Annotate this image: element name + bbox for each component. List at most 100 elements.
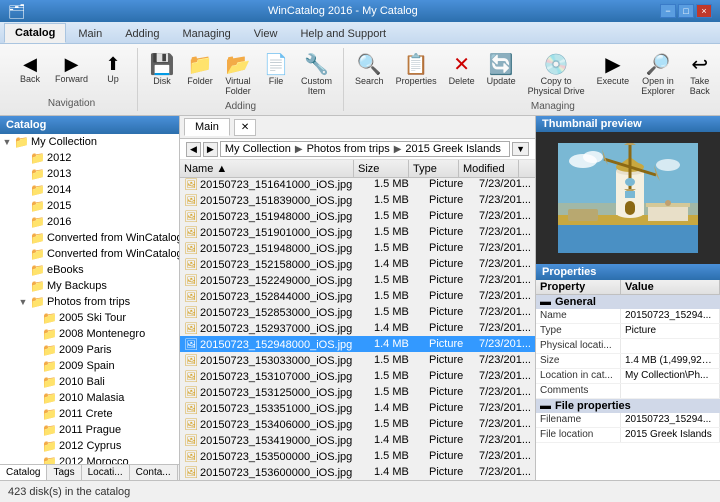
properties-button[interactable]: 📋 Properties	[391, 52, 442, 89]
file-name-cell: 🖼20150723_153419000_iOS.jpg	[180, 434, 370, 447]
tab-help[interactable]: Help and Support	[289, 24, 397, 43]
disk-button[interactable]: 💾 Disk	[144, 52, 180, 89]
sidebar-tab-tags[interactable]: Tags	[47, 465, 81, 480]
tree-item-converted-2009[interactable]: 📁 Converted from WinCatalog 2009 Coll	[0, 246, 179, 262]
col-header-name[interactable]: Name ▲	[180, 160, 354, 177]
tree-item-prague[interactable]: 📁 2011 Prague	[0, 422, 179, 438]
tree-item-converted-light[interactable]: 📁 Converted from WinCatalog Light Col	[0, 230, 179, 246]
file-row[interactable]: 🖼20150723_152948000_iOS.jpg1.4 MBPicture…	[180, 336, 535, 352]
file-name-cell: 🖼20150723_152937000_iOS.jpg	[180, 322, 370, 335]
file-icon: 🖼	[184, 275, 198, 287]
tree-item-photos[interactable]: ▼ 📁 Photos from trips	[0, 294, 179, 310]
file-modified-cell: 7/23/201...	[475, 466, 535, 478]
tab-adding[interactable]: Adding	[114, 24, 170, 43]
file-row[interactable]: 🖼20150723_153033000_iOS.jpg1.5 MBPicture…	[180, 352, 535, 368]
content-tab-main[interactable]: Main	[184, 118, 230, 136]
properties-scroll[interactable]: ▬GeneralName20150723_15294...TypePicture…	[536, 295, 720, 480]
file-icon: 🖼	[184, 387, 198, 399]
search-button[interactable]: 🔍 Search	[350, 52, 389, 89]
file-row[interactable]: 🖼20150723_152249000_iOS.jpg1.5 MBPicture…	[180, 272, 535, 288]
file-row[interactable]: 🖼20150723_152937000_iOS.jpg1.4 MBPicture…	[180, 320, 535, 336]
forward-button[interactable]: ▶ Forward	[50, 52, 93, 87]
tree-item-2013[interactable]: 📁 2013	[0, 166, 179, 182]
sidebar-tab-locations[interactable]: Locati...	[82, 465, 130, 480]
tree-item-crete[interactable]: 📁 2011 Crete	[0, 406, 179, 422]
file-row[interactable]: 🖼20150723_151641000_iOS.jpg1.5 MBPicture…	[180, 178, 535, 192]
ribbon-group-managing: 🔍 Search 📋 Properties ✕ Delete 🔄 Update …	[344, 48, 720, 111]
file-row[interactable]: 🖼20150723_153600000_iOS.jpg1.4 MBPicture…	[180, 464, 535, 480]
open-explorer-button[interactable]: 🔎 Open inExplorer	[636, 52, 680, 99]
take-back-button[interactable]: ↩ TakeBack	[682, 52, 718, 99]
custom-item-button[interactable]: 🔧 CustomItem	[296, 52, 337, 99]
file-row[interactable]: 🖼20150723_151901000_iOS.jpg1.5 MBPicture…	[180, 224, 535, 240]
virtual-folder-button[interactable]: 📂 VirtualFolder	[220, 52, 256, 99]
file-list-scroll[interactable]: 🖼20150723_151624000_iOS.jpg1.4 MBPicture…	[180, 178, 535, 480]
tab-main[interactable]: Main	[67, 24, 113, 43]
nav-forward-btn[interactable]: ▶	[203, 142, 218, 157]
close-button[interactable]: ×	[696, 4, 712, 18]
tree-item-paris[interactable]: 📁 2009 Paris	[0, 342, 179, 358]
file-type-cell: Picture	[425, 210, 475, 222]
file-row[interactable]: 🖼20150723_153500000_iOS.jpg1.5 MBPicture…	[180, 448, 535, 464]
delete-button[interactable]: ✕ Delete	[444, 52, 480, 89]
col-header-type[interactable]: Type	[409, 160, 459, 177]
file-row[interactable]: 🖼20150723_152853000_iOS.jpg1.5 MBPicture…	[180, 304, 535, 320]
tab-managing[interactable]: Managing	[171, 24, 241, 43]
tree-item-2012[interactable]: 📁 2012	[0, 150, 179, 166]
breadcrumb-my-collection: My Collection	[225, 143, 291, 155]
tree-item-cyprus[interactable]: 📁 2012 Cyprus	[0, 438, 179, 454]
file-row[interactable]: 🖼20150723_153351000_iOS.jpg1.4 MBPicture…	[180, 400, 535, 416]
file-row[interactable]: 🖼20150723_152844000_iOS.jpg1.5 MBPicture…	[180, 288, 535, 304]
file-row[interactable]: 🖼20150723_153125000_iOS.jpg1.5 MBPicture…	[180, 384, 535, 400]
execute-icon: ▶	[605, 55, 620, 75]
breadcrumb-path[interactable]: My Collection ▶ Photos from trips ▶ 2015…	[220, 141, 510, 157]
col-header-modified[interactable]: Modified	[459, 160, 519, 177]
thumbnail-image-area	[536, 132, 720, 264]
breadcrumb-dropdown-btn[interactable]: ▼	[512, 142, 529, 156]
update-button[interactable]: 🔄 Update	[482, 52, 521, 89]
minimize-button[interactable]: −	[660, 4, 676, 18]
file-row[interactable]: 🖼20150723_153419000_iOS.jpg1.4 MBPicture…	[180, 432, 535, 448]
col-header-size[interactable]: Size	[354, 160, 409, 177]
sidebar-tabs: Catalog Tags Locati... Conta...	[0, 464, 179, 480]
back-button[interactable]: ◀ Back	[12, 52, 48, 87]
file-row[interactable]: 🖼20150723_151948000_iOS.jpg1.5 MBPicture…	[180, 208, 535, 224]
file-row[interactable]: 🖼20150723_153107000_iOS.jpg1.5 MBPicture…	[180, 368, 535, 384]
breadcrumb-photos: Photos from trips	[307, 143, 390, 155]
tab-catalog[interactable]: Catalog	[4, 23, 66, 43]
file-button[interactable]: 📄 File	[258, 52, 294, 89]
copy-physical-button[interactable]: 💿 Copy toPhysical Drive	[523, 52, 590, 99]
file-name-cell: 🖼20150723_151641000_iOS.jpg	[180, 178, 370, 191]
file-row[interactable]: 🖼20150723_151948000_iOS.jpg1.5 MBPicture…	[180, 240, 535, 256]
folder-button[interactable]: 📁 Folder	[182, 52, 218, 89]
tree-item-my-collection[interactable]: ▼ 📁 My Collection	[0, 134, 179, 150]
up-button[interactable]: ⬆ Up	[95, 52, 131, 87]
file-row[interactable]: 🖼20150723_152158000_iOS.jpg1.4 MBPicture…	[180, 256, 535, 272]
sidebar-tab-contacts[interactable]: Conta...	[130, 465, 178, 480]
tree-item-morocco[interactable]: 📁 2012 Morocco	[0, 454, 179, 464]
file-row[interactable]: 🖼20150723_153406000_iOS.jpg1.5 MBPicture…	[180, 416, 535, 432]
file-icon: 🖼	[184, 339, 198, 351]
tree-item-2014[interactable]: 📁 2014	[0, 182, 179, 198]
file-size-cell: 1.4 MB	[370, 466, 425, 478]
file-icon: 🖼	[184, 259, 198, 271]
tab-view[interactable]: View	[243, 24, 289, 43]
nav-back-btn[interactable]: ◀	[186, 142, 201, 157]
tree-item-montenegro[interactable]: 📁 2008 Montenegro	[0, 326, 179, 342]
tree-item-malasia[interactable]: 📁 2010 Malasia	[0, 390, 179, 406]
tree-item-2015[interactable]: 📁 2015	[0, 198, 179, 214]
tree-item-spain[interactable]: 📁 2009 Spain	[0, 358, 179, 374]
file-name-cell: 🖼20150723_153125000_iOS.jpg	[180, 386, 370, 399]
content-tab-extra[interactable]: ✕	[234, 119, 256, 136]
maximize-button[interactable]: □	[678, 4, 694, 18]
tree-item-ski[interactable]: 📁 2005 Ski Tour	[0, 310, 179, 326]
tree-label-ebooks: eBooks	[47, 264, 84, 276]
tree-item-my-backups[interactable]: 📁 My Backups	[0, 278, 179, 294]
sidebar-tab-catalog[interactable]: Catalog	[0, 465, 47, 480]
file-modified-cell: 7/23/201...	[475, 402, 535, 414]
file-row[interactable]: 🖼20150723_151839000_iOS.jpg1.5 MBPicture…	[180, 192, 535, 208]
execute-button[interactable]: ▶ Execute	[592, 52, 635, 89]
tree-item-bali[interactable]: 📁 2010 Bali	[0, 374, 179, 390]
tree-item-2016[interactable]: 📁 2016	[0, 214, 179, 230]
tree-item-ebooks[interactable]: 📁 eBooks	[0, 262, 179, 278]
